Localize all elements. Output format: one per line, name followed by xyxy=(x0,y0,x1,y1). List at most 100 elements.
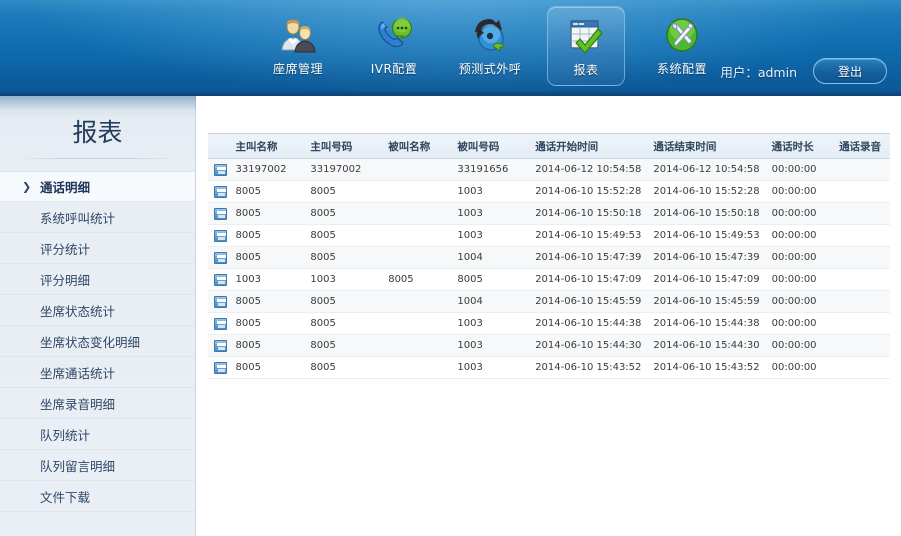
table-header-callee-name[interactable]: 被叫名称 xyxy=(382,133,452,159)
cell-caller-number: 8005 xyxy=(304,334,383,357)
cell-callee-number: 8005 xyxy=(451,268,530,291)
sidebar-item-call-detail[interactable]: ❯ 通话明细 xyxy=(0,171,195,202)
open-record-icon[interactable] xyxy=(214,229,227,242)
cell-end-time: 2014-06-10 15:47:39 xyxy=(647,246,766,269)
cell-start-time: 2014-06-10 15:45:59 xyxy=(529,290,648,313)
cell-caller-name: 8005 xyxy=(229,246,305,269)
cell-caller-name: 8005 xyxy=(229,180,305,203)
open-record-icon[interactable] xyxy=(214,339,227,352)
cell-duration: 00:00:00 xyxy=(765,246,834,269)
open-record-icon[interactable] xyxy=(214,185,227,198)
cell-callee-name xyxy=(382,224,452,247)
cell-callee-name xyxy=(382,334,452,357)
user-info-label: 用户：admin xyxy=(720,65,797,80)
cell-callee-name xyxy=(382,312,452,335)
table-header-start-time[interactable]: 通话开始时间 xyxy=(529,133,648,159)
cell-duration: 00:00:00 xyxy=(765,290,834,313)
sidebar-item-score-detail[interactable]: ❯ 评分明细 xyxy=(0,264,195,295)
open-record-icon[interactable] xyxy=(214,361,227,374)
cell-callee-number: 1004 xyxy=(451,246,530,269)
nav-item-agent-management[interactable]: 座席管理 xyxy=(250,6,346,86)
sidebar-item-system-call-stats[interactable]: ❯ 系统呼叫统计 xyxy=(0,202,195,233)
table-row[interactable]: 8005 8005 1004 2014-06-10 15:47:39 2014-06-1… xyxy=(208,246,890,269)
table-header-caller-name[interactable]: 主叫名称 xyxy=(229,133,305,159)
sidebar-item-queue-stats[interactable]: ❯ 队列统计 xyxy=(0,419,195,450)
table-row[interactable]: 8005 8005 1003 2014-06-10 15:52:28 2014-06-1… xyxy=(208,180,890,203)
cell-recording xyxy=(833,356,890,379)
cell-caller-number: 8005 xyxy=(304,224,383,247)
cell-recording xyxy=(833,334,890,357)
nav-item-predictive-dialer[interactable]: 预测式外呼 xyxy=(442,6,538,86)
sidebar-item-label: 评分统计 xyxy=(40,241,91,257)
cell-caller-name: 8005 xyxy=(229,290,305,313)
sidebar-item-agent-status-change-detail[interactable]: ❯ 坐席状态变化明细 xyxy=(0,326,195,357)
cell-end-time: 2014-06-10 15:44:38 xyxy=(647,312,766,335)
open-record-icon[interactable] xyxy=(214,163,227,176)
sidebar-item-score-stats[interactable]: ❯ 评分统计 xyxy=(0,233,195,264)
call-detail-table-wrapper: 主叫名称 主叫号码 被叫名称 被叫号码 通话开始时间 通话结束时间 通话时长 通… xyxy=(208,133,890,379)
sidebar-item-label: 系统呼叫统计 xyxy=(40,210,116,226)
cell-start-time: 2014-06-10 15:52:28 xyxy=(529,180,648,203)
table-row[interactable]: 8005 8005 1003 2014-06-10 15:49:53 2014-06-1… xyxy=(208,224,890,247)
sidebar-item-agent-status-stats[interactable]: ❯ 坐席状态统计 xyxy=(0,295,195,326)
cell-callee-name: 8005 xyxy=(382,268,452,291)
open-record-icon[interactable] xyxy=(214,207,227,220)
open-record-icon[interactable] xyxy=(214,317,227,330)
row-action-cell[interactable] xyxy=(208,202,230,225)
cell-end-time: 2014-06-12 10:54:58 xyxy=(647,158,766,181)
sidebar-item-queue-voicemail-detail[interactable]: ❯ 队列留言明细 xyxy=(0,450,195,481)
sidebar-item-agent-call-stats[interactable]: ❯ 坐席通话统计 xyxy=(0,357,195,388)
table-row[interactable]: 8005 8005 1003 2014-06-10 15:44:30 2014-06-1… xyxy=(208,334,890,357)
sidebar-title-divider xyxy=(14,158,181,159)
cell-duration: 00:00:00 xyxy=(765,180,834,203)
row-action-cell[interactable] xyxy=(208,312,230,335)
nav-item-reports[interactable]: 报表 xyxy=(547,6,625,86)
table-row[interactable]: 8005 8005 1003 2014-06-10 15:44:38 2014-06-1… xyxy=(208,312,890,335)
cell-callee-number: 1003 xyxy=(451,334,530,357)
table-row[interactable]: 8005 8005 1004 2014-06-10 15:45:59 2014-06-1… xyxy=(208,290,890,313)
row-action-cell[interactable] xyxy=(208,158,230,181)
cell-callee-number: 1003 xyxy=(451,202,530,225)
table-row[interactable]: 8005 8005 1003 2014-06-10 15:43:52 2014-06-1… xyxy=(208,356,890,379)
open-record-icon[interactable] xyxy=(214,295,227,308)
row-action-cell[interactable] xyxy=(208,246,230,269)
row-action-cell[interactable] xyxy=(208,224,230,247)
sidebar-item-agent-recording-detail[interactable]: ❯ 坐席录音明细 xyxy=(0,388,195,419)
row-action-cell[interactable] xyxy=(208,290,230,313)
cell-start-time: 2014-06-10 15:49:53 xyxy=(529,224,648,247)
table-header-row: 主叫名称 主叫号码 被叫名称 被叫号码 通话开始时间 通话结束时间 通话时长 通… xyxy=(208,133,890,159)
table-row[interactable]: 1003 1003 8005 8005 2014-06-10 15:47:09 2014-… xyxy=(208,268,890,291)
table-header-end-time[interactable]: 通话结束时间 xyxy=(647,133,766,159)
cell-duration: 00:00:00 xyxy=(765,334,834,357)
cell-caller-number: 8005 xyxy=(304,180,383,203)
row-action-cell[interactable] xyxy=(208,334,230,357)
logout-button[interactable]: 登出 xyxy=(813,58,887,84)
nav-item-ivr-config[interactable]: IVR配置 xyxy=(346,6,442,86)
row-action-cell[interactable] xyxy=(208,268,230,291)
sidebar-title: 报表 xyxy=(72,118,123,147)
nav-label: 预测式外呼 xyxy=(458,62,522,76)
sidebar-item-file-download[interactable]: ❯ 文件下载 xyxy=(0,481,195,512)
table-row[interactable]: 8005 8005 1003 2014-06-10 15:50:18 2014-06-1… xyxy=(208,202,890,225)
sidebar-item-label: 坐席状态变化明细 xyxy=(40,334,141,350)
row-action-cell[interactable] xyxy=(208,356,230,379)
cell-start-time: 2014-06-12 10:54:58 xyxy=(529,158,648,181)
cell-recording xyxy=(833,158,890,181)
cell-callee-number: 1003 xyxy=(451,224,530,247)
nav-item-system-config[interactable]: 系统配置 xyxy=(634,6,730,86)
cell-duration: 00:00:00 xyxy=(765,202,834,225)
nav-label: IVR配置 xyxy=(370,62,418,76)
table-header-callee-number[interactable]: 被叫号码 xyxy=(451,133,530,159)
users-icon xyxy=(277,14,319,56)
row-action-cell[interactable] xyxy=(208,180,230,203)
table-header-duration[interactable]: 通话时长 xyxy=(765,133,834,159)
sidebar-item-label: 坐席录音明细 xyxy=(40,396,116,412)
cell-duration: 00:00:00 xyxy=(765,356,834,379)
table-header-caller-number[interactable]: 主叫号码 xyxy=(304,133,383,159)
table-header-recording[interactable]: 通话录音 xyxy=(833,133,890,159)
table-row[interactable]: 33197002 33197002 33191656 2014-06-12 10:54… xyxy=(208,158,890,181)
cell-duration: 00:00:00 xyxy=(765,158,834,181)
open-record-icon[interactable] xyxy=(214,251,227,264)
cell-caller-name: 8005 xyxy=(229,312,305,335)
open-record-icon[interactable] xyxy=(214,273,227,286)
